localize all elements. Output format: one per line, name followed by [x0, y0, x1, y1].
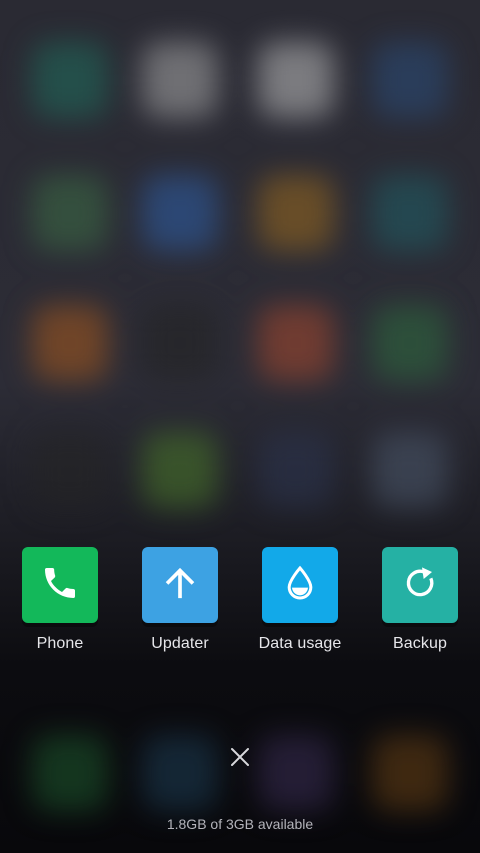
app-label: Phone — [36, 635, 84, 652]
arrow-up-icon — [160, 563, 200, 608]
blurred-app-tile — [142, 42, 218, 118]
recent-apps-row: Phone Updater Data usage Backup — [0, 547, 480, 667]
recent-apps-screen: Phone Updater Data usage Backup 1.8GB of… — [0, 0, 480, 853]
blurred-app-tile — [372, 42, 448, 118]
blurred-app-tile — [258, 175, 334, 251]
recent-app-updater[interactable]: Updater — [130, 547, 230, 653]
close-icon — [229, 746, 251, 773]
close-all-button[interactable] — [226, 745, 254, 773]
app-label: Data usage — [258, 635, 342, 652]
blurred-app-tile — [32, 305, 108, 381]
recent-app-data-usage[interactable]: Data usage — [250, 547, 350, 653]
recent-app-phone[interactable]: Phone — [10, 547, 110, 653]
backup-app-tile[interactable] — [382, 547, 458, 623]
blurred-app-tile — [142, 305, 218, 381]
refresh-icon — [400, 563, 440, 608]
app-label: Updater — [151, 635, 209, 652]
blurred-app-tile — [142, 432, 218, 508]
water-drop-icon — [280, 563, 320, 608]
blurred-app-tile — [32, 432, 108, 508]
blurred-app-tile — [258, 305, 334, 381]
blurred-app-tile — [372, 735, 448, 811]
data-usage-app-tile[interactable] — [262, 547, 338, 623]
recent-app-backup[interactable]: Backup — [370, 547, 470, 653]
blurred-app-tile — [142, 175, 218, 251]
memory-status: 1.8GB of 3GB available — [166, 816, 314, 832]
updater-app-tile[interactable] — [142, 547, 218, 623]
blurred-background — [0, 0, 480, 853]
phone-app-tile[interactable] — [22, 547, 98, 623]
blurred-app-tile — [372, 305, 448, 381]
blurred-app-tile — [258, 432, 334, 508]
blurred-app-tile — [32, 735, 108, 811]
blurred-app-tile — [32, 175, 108, 251]
blurred-app-tile — [258, 735, 334, 811]
blurred-app-tile — [372, 175, 448, 251]
blurred-app-tile — [32, 42, 108, 118]
blurred-app-tile — [372, 432, 448, 508]
blurred-app-tile — [258, 42, 334, 118]
app-label: Backup — [393, 635, 447, 652]
blurred-app-tile — [142, 735, 218, 811]
phone-icon — [40, 563, 80, 608]
